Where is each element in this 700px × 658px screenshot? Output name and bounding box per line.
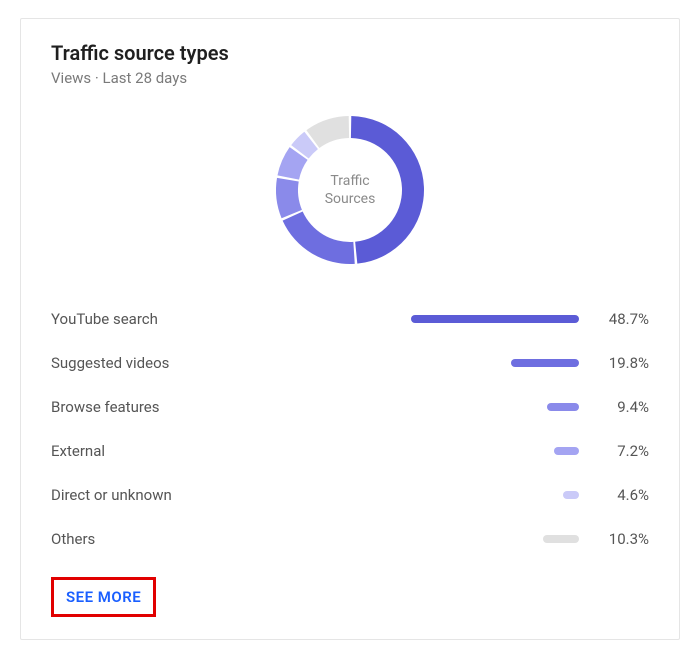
card-title: Traffic source types [51,41,649,65]
source-bar [554,447,579,455]
bar-col [399,359,579,367]
source-label: Others [51,530,399,548]
bar-col [399,315,579,323]
source-row: External 7.2% [51,429,649,473]
donut-slice [276,178,302,218]
source-row: Browse features 9.4% [51,385,649,429]
source-label: Suggested videos [51,354,399,372]
source-value: 10.3% [579,530,649,548]
source-label: External [51,442,399,460]
donut-center-label-1: Traffic [330,173,369,189]
source-row: YouTube search 48.7% [51,297,649,341]
source-value: 48.7% [579,310,649,328]
donut-slice [351,116,424,264]
bar-col [399,447,579,455]
source-row: Others 10.3% [51,517,649,561]
source-label: Direct or unknown [51,486,399,504]
source-value: 4.6% [579,486,649,504]
source-value: 9.4% [579,398,649,416]
card-header: Traffic source types Views · Last 28 day… [51,41,649,87]
source-row: Direct or unknown 4.6% [51,473,649,517]
traffic-source-card: Traffic source types Views · Last 28 day… [20,18,680,640]
see-more-button[interactable]: SEE MORE [51,577,156,617]
source-row: Suggested videos 19.8% [51,341,649,385]
bar-col [399,535,579,543]
donut-slice [283,211,355,264]
card-subtitle: Views · Last 28 days [51,69,649,87]
source-bar [411,315,579,323]
source-bar [543,535,579,543]
bar-col [399,403,579,411]
source-bar [547,403,579,411]
donut-center-label-2: Sources [325,191,376,207]
source-label: Browse features [51,398,399,416]
bar-col [399,491,579,499]
source-list: YouTube search 48.7% Suggested videos 19.8%… [51,297,649,561]
source-bar [511,359,579,367]
source-value: 7.2% [579,442,649,460]
donut-svg: Traffic Sources [265,105,435,275]
see-more-wrap: SEE MORE [51,577,649,617]
source-bar [563,491,579,499]
source-label: YouTube search [51,310,399,328]
donut-chart: Traffic Sources [51,105,649,275]
source-value: 19.8% [579,354,649,372]
